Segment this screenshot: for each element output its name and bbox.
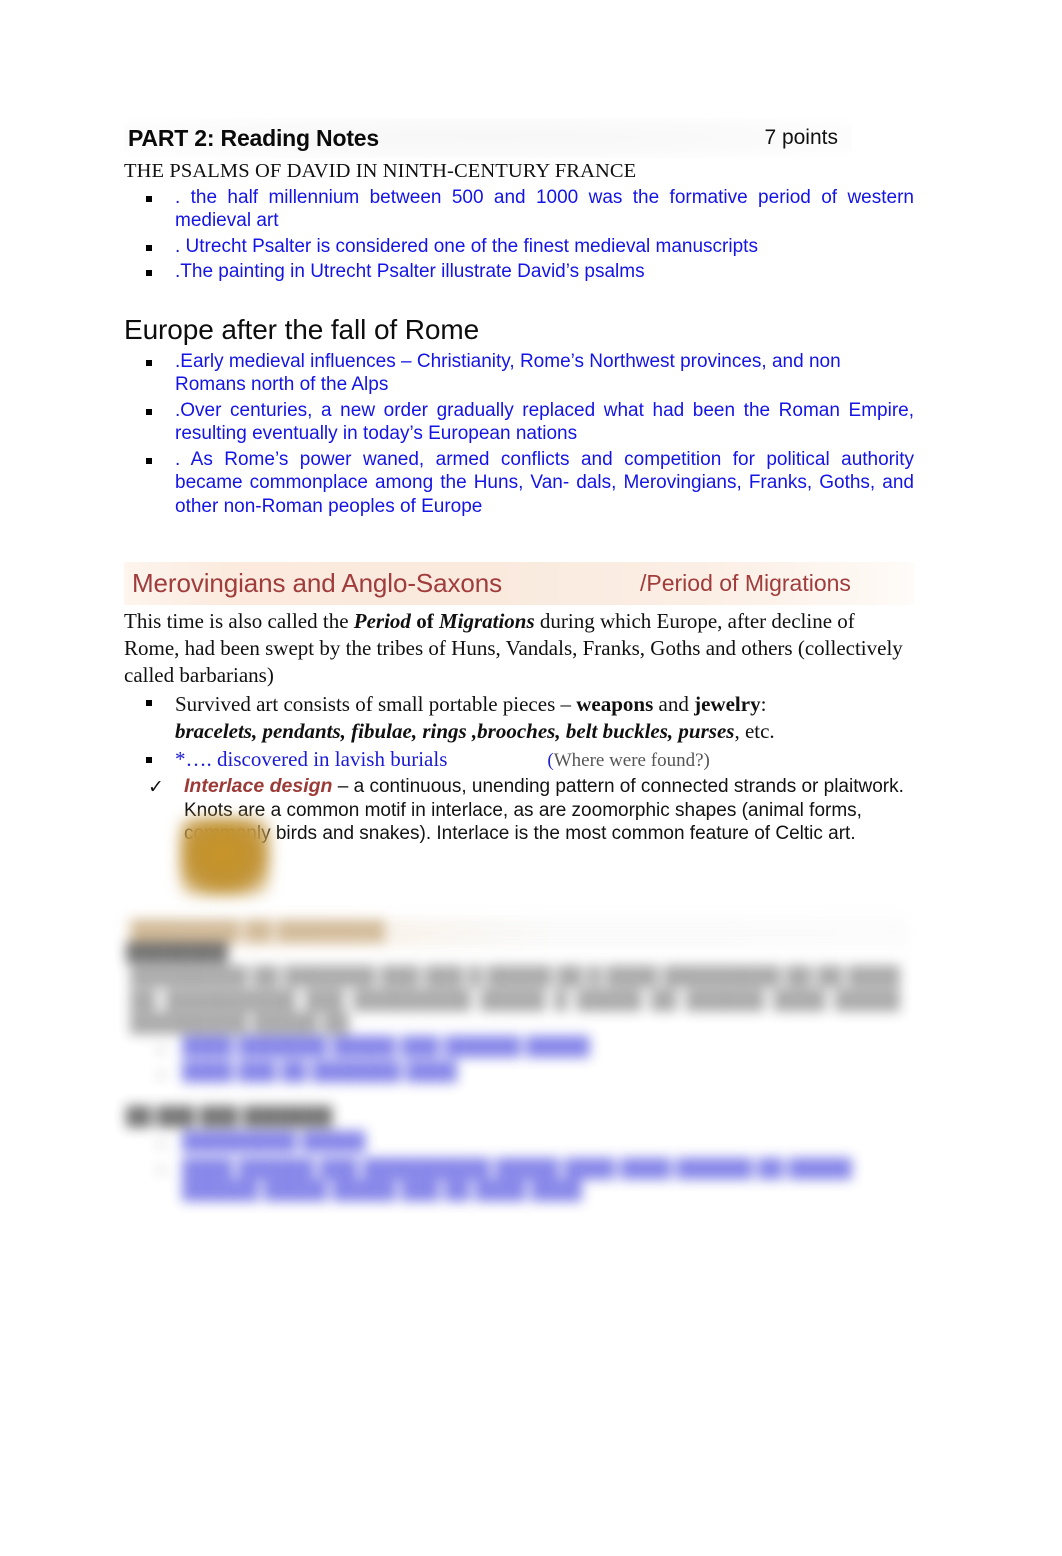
period-of-migrations-subtitle: /Period of Migrations	[640, 569, 851, 596]
note-text: Where were found?)	[553, 750, 710, 772]
bold-jewelry: jewelry	[694, 692, 761, 717]
psalms-heading: THE PSALMS OF DAVID IN NINTH-CENTURY FRA…	[124, 160, 637, 182]
list-item: . As Rome’s power waned, armed conflicts…	[124, 448, 914, 518]
list-item: ████ ███ ██ ███████ ████	[136, 1061, 906, 1082]
list-item: ████ ██████ ███ ██████████ █████ ████ ██…	[136, 1157, 906, 1202]
emphasis-period: Period	[353, 608, 411, 633]
list-item: .The painting in Utrecht Psalter illustr…	[124, 260, 914, 283]
survived-art-line: Survived art consists of small portable …	[175, 691, 914, 718]
points-label: 7 points	[764, 126, 838, 149]
blurred-paragraph: █████████ ██ ███████ ███ ███ █ █████ ██ …	[130, 967, 900, 1035]
blurred-second-heading: ██ ███ ███ ███████	[126, 1106, 333, 1126]
artifact-thumbnail-image	[180, 818, 270, 896]
psalms-bullet-3: .The painting in Utrecht Psalter illustr…	[175, 261, 645, 283]
paragraph-part-1: This time is also called the	[124, 608, 354, 633]
jewelry-type-line: bracelets, pendants, fibulae, rings ,bro…	[175, 718, 914, 745]
page-title: PART 2: Reading Notes	[128, 124, 379, 151]
where-found-note: (Where were found?)	[547, 750, 709, 771]
jewelry-types: bracelets, pendants, fibulae, rings ,bro…	[175, 719, 735, 744]
list-item: *…. discovered in lavish burials (Where w…	[124, 747, 914, 772]
psalms-bullet-list: . the half millennium between 500 and 10…	[124, 186, 914, 284]
merovingians-paragraph: This time is also called the Period of M…	[124, 608, 914, 689]
merovingians-band: Merovingians and Anglo-Saxons /Period of…	[124, 561, 914, 605]
europe-bullet-list: .Early medieval influences – Christianit…	[124, 350, 914, 518]
list-item: .Over centuries, a new order gradually r…	[124, 399, 914, 446]
bold-weapons: weapons	[576, 692, 654, 717]
europe-heading: Europe after the fall of Rome	[124, 313, 480, 345]
list-item: Survived art consists of small portable …	[124, 691, 914, 745]
list-item: .Early medieval influences – Christianit…	[124, 350, 914, 397]
list-item: . the half millennium between 500 and 10…	[124, 186, 914, 233]
lavish-burials-text: *…. discovered in lavish burials	[175, 747, 448, 772]
europe-bullet-1: .Early medieval influences – Christianit…	[175, 350, 841, 396]
psalms-bullet-1: . the half millennium between 500 and 10…	[175, 187, 914, 232]
europe-bullet-3: . As Rome’s power waned, armed conflicts…	[175, 448, 914, 517]
part-header: PART 2: Reading Notes 7 points	[124, 118, 852, 158]
merovingians-title: Merovingians and Anglo-Saxons	[132, 567, 502, 598]
europe-bullet-2: .Over centuries, a new order gradually r…	[175, 399, 914, 445]
blurred-sub-heading: ████████	[126, 942, 229, 962]
emphasis-migrations: Migrations	[438, 608, 535, 633]
survived-art-lead: Survived art consists of small portable …	[175, 692, 577, 717]
survived-art-mid: and	[653, 692, 695, 717]
blurred-band-title: ████████ ██ ████████	[132, 921, 385, 942]
merovingians-bullet-list: Survived art consists of small portable …	[124, 691, 914, 772]
psalms-bullet-2: . Utrecht Psalter is considered one of t…	[175, 235, 758, 257]
blurred-list-2: █████████ █████ ████ ██████ ███ ████████…	[136, 1130, 906, 1206]
emphasis-of: of	[410, 608, 439, 633]
list-item: █████████ █████	[136, 1130, 906, 1153]
blurred-list: ████ ███████ █████ ███ ██████ █████ ████…	[136, 1036, 906, 1086]
checkmark-icon: ✓	[148, 776, 164, 799]
list-item: ████ ███████ █████ ███ ██████ █████	[136, 1036, 906, 1057]
list-item: . Utrecht Psalter is considered one of t…	[124, 235, 914, 258]
document-content: PART 2: Reading Notes 7 points THE PSALM…	[124, 118, 914, 1200]
survived-art-colon: :	[760, 692, 767, 717]
jewelry-types-tail: , etc.	[734, 719, 775, 744]
blurred-lower-section: ████████ ██ ████████ ████████ █████████ …	[124, 918, 914, 1218]
document-page: PART 2: Reading Notes 7 points THE PSALM…	[0, 0, 1062, 1556]
interlace-design-label: Interlace design	[184, 775, 333, 798]
